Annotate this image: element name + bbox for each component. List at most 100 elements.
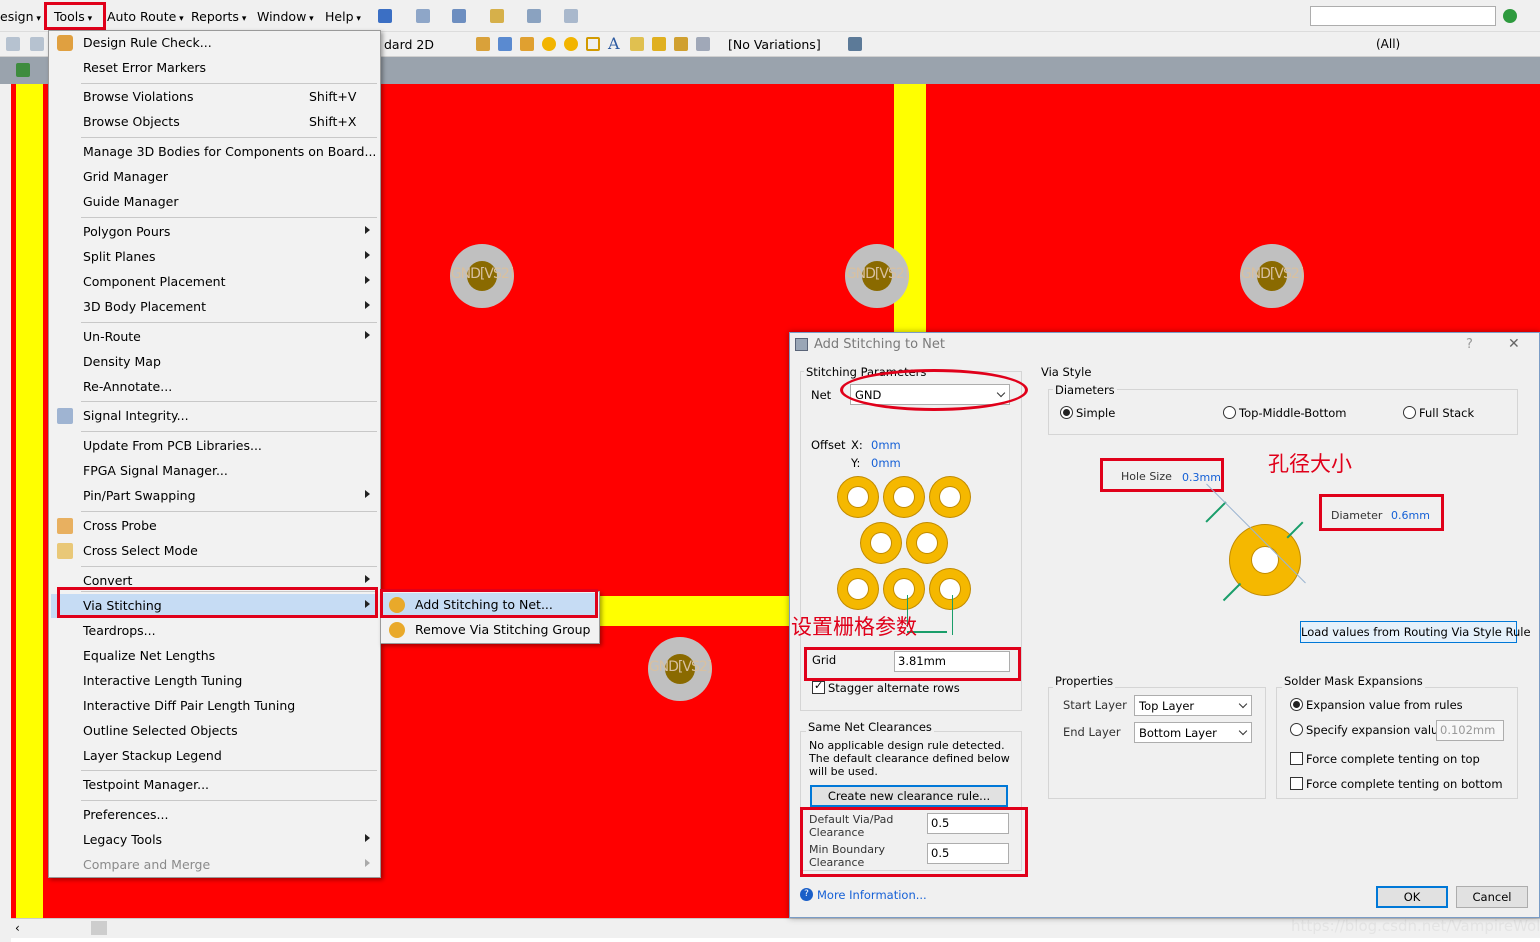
menu-window[interactable]: Window bbox=[257, 9, 314, 24]
menu-layer-stackup-legend[interactable]: Layer Stackup Legend bbox=[51, 744, 378, 768]
start-layer-combo[interactable]: Top Layer bbox=[1134, 695, 1252, 716]
menu-equalize-net-lengths[interactable]: Equalize Net Lengths bbox=[51, 644, 378, 668]
variations-combo[interactable]: [No Variations] bbox=[728, 37, 821, 52]
polygon-icon[interactable] bbox=[674, 37, 688, 51]
scroll-thumb[interactable] bbox=[91, 921, 107, 935]
tent-bottom-checkbox[interactable] bbox=[1290, 777, 1303, 790]
radio-expansion-from-rules[interactable] bbox=[1290, 698, 1303, 711]
radio-top-middle-bottom[interactable] bbox=[1223, 406, 1236, 419]
line-icon[interactable] bbox=[630, 37, 644, 51]
scroll-left-icon[interactable]: ‹ bbox=[15, 921, 20, 935]
menu-interactive-length-tuning[interactable]: Interactive Length Tuning bbox=[51, 669, 378, 693]
menu-cross-select-mode[interactable]: Cross Select Mode bbox=[51, 539, 378, 563]
radio-full-stack[interactable] bbox=[1403, 406, 1416, 419]
component-icon[interactable] bbox=[452, 9, 466, 23]
route-icon[interactable] bbox=[378, 9, 392, 23]
menu-cross-probe[interactable]: Cross Probe bbox=[51, 514, 378, 538]
hole-size-value[interactable]: 0.3mm bbox=[1182, 471, 1221, 484]
diameter-value[interactable]: 0.6mm bbox=[1391, 509, 1430, 522]
pad-icon[interactable] bbox=[542, 37, 556, 51]
load-values-button[interactable]: Load values from Routing Via Style Rule bbox=[1300, 621, 1531, 643]
via-pad[interactable]: GND[VS2] bbox=[648, 637, 712, 701]
menu-design-rule-check[interactable]: Design Rule Check... bbox=[51, 31, 378, 55]
layer-combo[interactable] bbox=[1200, 34, 1284, 54]
menu-testpoint-manager[interactable]: Testpoint Manager... bbox=[51, 773, 378, 797]
watermark: https://blog.csdn.net/VampireWolf bbox=[1291, 917, 1540, 935]
menu-preferences[interactable]: Preferences... bbox=[51, 803, 378, 827]
radio-simple[interactable] bbox=[1060, 406, 1073, 419]
variant-icon[interactable] bbox=[848, 37, 862, 51]
menu-density-map[interactable]: Density Map bbox=[51, 350, 378, 374]
menu-browse-violations[interactable]: Browse Violations Shift+V bbox=[51, 85, 378, 109]
default-clearance-field[interactable]: 0.5 bbox=[927, 813, 1009, 834]
close-icon[interactable]: ✕ bbox=[1508, 336, 1520, 352]
submenu-arrow-icon bbox=[365, 331, 370, 339]
stagger-checkbox[interactable] bbox=[812, 679, 825, 694]
menu-un-route[interactable]: Un-Route bbox=[51, 325, 378, 349]
search-combo[interactable] bbox=[1310, 6, 1496, 26]
via-pad[interactable]: GND[VS2] bbox=[845, 244, 909, 308]
via-pad[interactable]: GND[VS2] bbox=[450, 244, 514, 308]
radio-specify-expansion[interactable] bbox=[1290, 723, 1303, 736]
menu-manage-3d-bodies[interactable]: Manage 3D Bodies for Components on Board… bbox=[51, 140, 378, 164]
submenu-arrow-icon bbox=[365, 301, 370, 309]
menu-browse-objects[interactable]: Browse Objects Shift+X bbox=[51, 110, 378, 134]
specify-expansion-field[interactable]: 0.102mm bbox=[1436, 720, 1504, 741]
view-combo[interactable]: dard 2D bbox=[384, 37, 434, 52]
menu-reset-error-markers[interactable]: Reset Error Markers bbox=[51, 56, 378, 80]
grid-field[interactable]: 3.81mm bbox=[894, 651, 1010, 672]
tent-top-checkbox[interactable] bbox=[1290, 752, 1303, 765]
menu-pin-part-swapping[interactable]: Pin/Part Swapping bbox=[51, 484, 378, 508]
help-icon[interactable]: ? bbox=[1466, 337, 1473, 352]
radio-full-stack-label: Full Stack bbox=[1419, 406, 1475, 420]
menu-update-from-pcb-libraries[interactable]: Update From PCB Libraries... bbox=[51, 434, 378, 458]
menu-help[interactable]: Help bbox=[325, 9, 361, 24]
arc-icon[interactable] bbox=[586, 37, 600, 51]
cut-icon[interactable] bbox=[30, 37, 44, 51]
menu-grid-manager[interactable]: Grid Manager bbox=[51, 165, 378, 189]
min-boundary-field[interactable]: 0.5 bbox=[927, 843, 1009, 864]
ok-button[interactable]: OK bbox=[1376, 886, 1448, 908]
menu-remove-via-stitching-group[interactable]: Remove Via Stitching Group bbox=[383, 618, 597, 642]
via-icon[interactable] bbox=[564, 37, 578, 51]
home-tab-icon[interactable] bbox=[16, 63, 30, 77]
cancel-button[interactable]: Cancel bbox=[1456, 886, 1528, 908]
highlight-tools-menu bbox=[44, 2, 106, 30]
via-pad[interactable]: GND[VS2] bbox=[1240, 244, 1304, 308]
same-net-clearances-title: Same Net Clearances bbox=[806, 720, 934, 734]
menu-guide-manager[interactable]: Guide Manager bbox=[51, 190, 378, 214]
align-icon[interactable] bbox=[416, 9, 430, 23]
menu-split-planes[interactable]: Split Planes bbox=[51, 245, 378, 269]
interactive-route-icon[interactable] bbox=[476, 37, 490, 51]
menu-polygon-pours[interactable]: Polygon Pours bbox=[51, 220, 378, 244]
grid-icon[interactable] bbox=[564, 9, 578, 23]
diff-pair-icon[interactable] bbox=[498, 37, 512, 51]
end-layer-combo[interactable]: Bottom Layer bbox=[1134, 722, 1252, 743]
menu-design[interactable]: esign bbox=[0, 9, 41, 24]
menu-auto-route[interactable]: Auto Route bbox=[107, 9, 184, 24]
room-icon[interactable] bbox=[527, 9, 541, 23]
menu-component-placement[interactable]: Component Placement bbox=[51, 270, 378, 294]
menu-3d-body-placement[interactable]: 3D Body Placement bbox=[51, 295, 378, 319]
menu-signal-integrity[interactable]: Signal Integrity... bbox=[51, 404, 378, 428]
offset-y-value[interactable]: 0mm bbox=[871, 456, 901, 470]
region-icon[interactable] bbox=[696, 37, 710, 51]
select-icon[interactable] bbox=[6, 37, 20, 51]
menu-reports[interactable]: Reports bbox=[191, 9, 246, 24]
multi-route-icon[interactable] bbox=[520, 37, 534, 51]
menu-re-annotate[interactable]: Re-Annotate... bbox=[51, 375, 378, 399]
string-icon[interactable]: A bbox=[608, 34, 620, 53]
menu-fpga-signal-manager[interactable]: FPGA Signal Manager... bbox=[51, 459, 378, 483]
fill-icon[interactable] bbox=[652, 37, 666, 51]
menu-legacy-tools[interactable]: Legacy Tools bbox=[51, 828, 378, 852]
forward-icon[interactable] bbox=[1503, 9, 1517, 23]
horizontal-scrollbar[interactable]: ‹ https://blog.csdn.net/VampireWolf bbox=[11, 917, 1540, 938]
menu-interactive-diff-pair-length-tuning[interactable]: Interactive Diff Pair Length Tuning bbox=[51, 694, 378, 718]
more-information-link[interactable]: More Information... bbox=[817, 888, 927, 902]
menu-outline-selected-objects[interactable]: Outline Selected Objects bbox=[51, 719, 378, 743]
filter-combo[interactable]: (All) bbox=[1376, 37, 1400, 51]
dimension-icon[interactable] bbox=[490, 9, 504, 23]
create-clearance-rule-button[interactable]: Create new clearance rule... bbox=[810, 785, 1008, 807]
offset-x-value[interactable]: 0mm bbox=[871, 438, 901, 452]
menu-teardrops[interactable]: Teardrops... bbox=[51, 619, 378, 643]
